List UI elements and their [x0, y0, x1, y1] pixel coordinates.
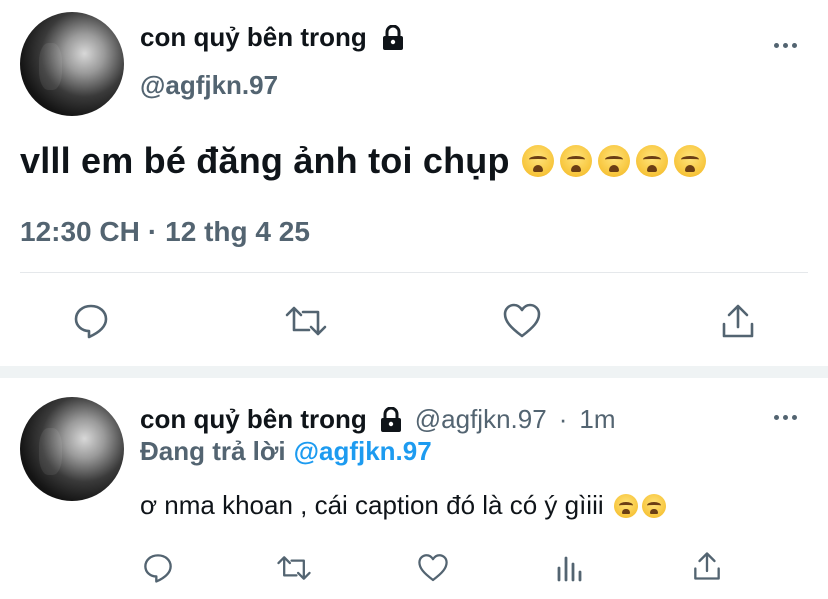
share-icon[interactable]	[692, 550, 722, 582]
more-options-icon[interactable]	[774, 43, 797, 48]
section-separator	[0, 366, 828, 378]
tweet-text: vlll em bé đăng ảnh toi chụp	[20, 140, 510, 181]
like-icon[interactable]	[502, 302, 542, 340]
loudly-crying-face-icon	[559, 145, 592, 177]
meta-separator: ·	[147, 216, 158, 247]
retweet-icon[interactable]	[276, 552, 312, 584]
pleading-face-icon	[613, 493, 638, 518]
lock-icon	[381, 24, 405, 51]
loudly-crying-face-icon	[597, 145, 630, 177]
loudly-crying-face-icon	[635, 145, 668, 177]
meta-separator: ·	[558, 404, 568, 434]
retweet-icon[interactable]	[284, 302, 328, 340]
reply-text: ơ nma khoan , cái caption đó là có ý gìi…	[140, 490, 604, 520]
tweet-time[interactable]: 12:30 CH	[20, 216, 140, 248]
share-icon[interactable]	[720, 302, 756, 340]
reply-author-name[interactable]: con quỷ bên trong	[140, 404, 367, 435]
replying-to-mention[interactable]: @agfjkn.97	[294, 436, 432, 467]
like-icon[interactable]	[417, 552, 449, 584]
reply-age[interactable]: 1m	[579, 404, 615, 435]
lock-icon	[379, 406, 403, 433]
tweet-date[interactable]: 12 thg 4 25	[165, 216, 310, 248]
analytics-icon[interactable]	[555, 552, 585, 584]
loudly-crying-face-icon	[641, 493, 666, 518]
divider	[20, 272, 808, 273]
reply-icon[interactable]	[142, 552, 174, 584]
reply-author-handle[interactable]: @agfjkn.97	[415, 404, 547, 435]
author-handle[interactable]: @agfjkn.97	[140, 70, 278, 101]
author-avatar[interactable]	[20, 12, 124, 116]
loudly-crying-face-icon	[521, 145, 554, 177]
reply-author-avatar[interactable]	[20, 397, 124, 501]
more-options-icon[interactable]	[774, 415, 797, 420]
author-name[interactable]: con quỷ bên trong	[140, 22, 367, 53]
replying-to-label: Đang trả lời	[140, 436, 286, 466]
loudly-crying-face-icon	[673, 145, 706, 177]
reply-icon[interactable]	[72, 302, 110, 340]
